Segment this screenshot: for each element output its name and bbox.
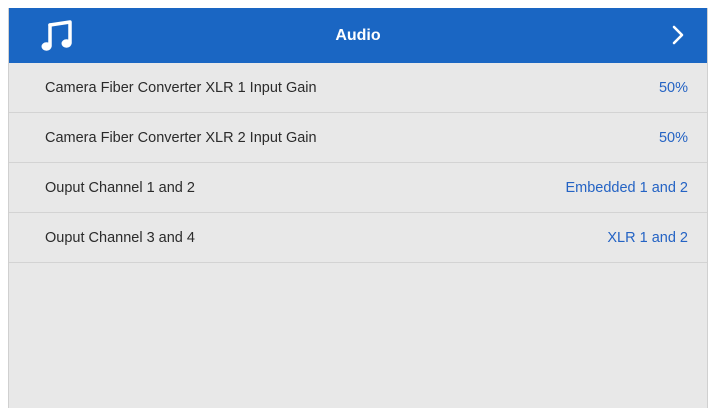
header-bar: Audio <box>9 8 707 63</box>
setting-value[interactable]: Embedded 1 and 2 <box>565 180 688 196</box>
setting-label: Ouput Channel 1 and 2 <box>45 179 195 196</box>
setting-row-output-ch-1-2[interactable]: Ouput Channel 1 and 2 Embedded 1 and 2 <box>9 163 707 213</box>
setting-label: Ouput Channel 3 and 4 <box>45 229 195 246</box>
settings-list: Camera Fiber Converter XLR 1 Input Gain … <box>9 63 707 263</box>
setting-row-xlr1-gain[interactable]: Camera Fiber Converter XLR 1 Input Gain … <box>9 63 707 113</box>
chevron-right-icon[interactable] <box>667 24 689 46</box>
setting-value[interactable]: XLR 1 and 2 <box>607 230 688 246</box>
setting-label: Camera Fiber Converter XLR 1 Input Gain <box>45 79 317 96</box>
setting-row-output-ch-3-4[interactable]: Ouput Channel 3 and 4 XLR 1 and 2 <box>9 213 707 263</box>
setting-label: Camera Fiber Converter XLR 2 Input Gain <box>45 129 317 146</box>
setting-value[interactable]: 50% <box>659 80 688 96</box>
audio-settings-panel: Audio Camera Fiber Converter XLR 1 Input… <box>8 8 708 408</box>
setting-value[interactable]: 50% <box>659 130 688 146</box>
setting-row-xlr2-gain[interactable]: Camera Fiber Converter XLR 2 Input Gain … <box>9 113 707 163</box>
page-title: Audio <box>335 26 381 44</box>
